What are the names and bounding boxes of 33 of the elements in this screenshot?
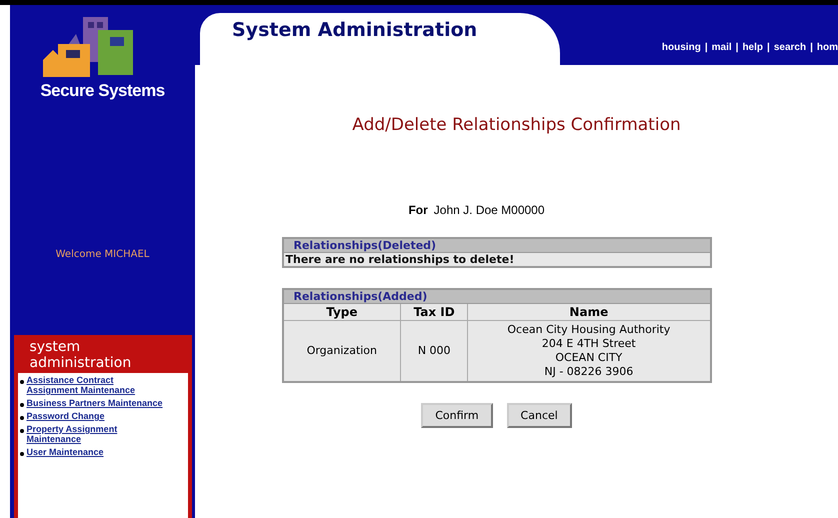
menu-link[interactable]: User Maintenance bbox=[26, 447, 104, 457]
nav-link[interactable]: mail bbox=[712, 42, 732, 53]
section-header: Relationships(Added) bbox=[282, 289, 710, 304]
bullet-icon bbox=[20, 380, 24, 384]
column-header: Type bbox=[282, 304, 401, 320]
bullet-icon bbox=[20, 452, 24, 456]
bullet-icon bbox=[20, 429, 24, 433]
person-name: John J. Doe M00000 bbox=[434, 203, 545, 217]
nav-link[interactable]: help bbox=[742, 42, 764, 53]
nav-separator: | bbox=[810, 42, 813, 53]
page-heading: Add/Delete Relationships Confirmation bbox=[352, 115, 681, 135]
menu-link[interactable]: Business Partners Maintenance bbox=[26, 398, 163, 408]
column-header: Tax ID bbox=[400, 304, 468, 320]
page-title: System Administration bbox=[232, 19, 478, 41]
nav-separator: | bbox=[767, 42, 770, 53]
empty-message: There are no relationships to delete! bbox=[282, 252, 710, 267]
bullet-icon bbox=[20, 416, 24, 420]
brand-name: Secure Systems bbox=[40, 81, 165, 101]
welcome-text: Welcome MICHAEL bbox=[56, 249, 150, 260]
nav-separator: | bbox=[704, 42, 708, 53]
nav-link[interactable]: housing bbox=[662, 42, 701, 53]
for-label: For bbox=[408, 203, 428, 217]
nav-link[interactable]: hom bbox=[816, 42, 838, 53]
action-button[interactable]: Cancel bbox=[506, 403, 572, 428]
action-button[interactable]: Confirm bbox=[421, 403, 493, 428]
nav-separator: | bbox=[736, 42, 738, 53]
nav-link[interactable]: search bbox=[774, 42, 806, 53]
section-header: Relationships(Deleted) bbox=[282, 238, 710, 252]
menu-link[interactable]: Property Assignment Maintenance bbox=[26, 424, 166, 444]
menu-title: system administration bbox=[28, 339, 132, 371]
bullet-icon bbox=[20, 403, 24, 407]
menu-link[interactable]: Assistance Contract Assignment Maintenance bbox=[26, 375, 166, 395]
menu-link[interactable]: Password Change bbox=[26, 411, 105, 421]
